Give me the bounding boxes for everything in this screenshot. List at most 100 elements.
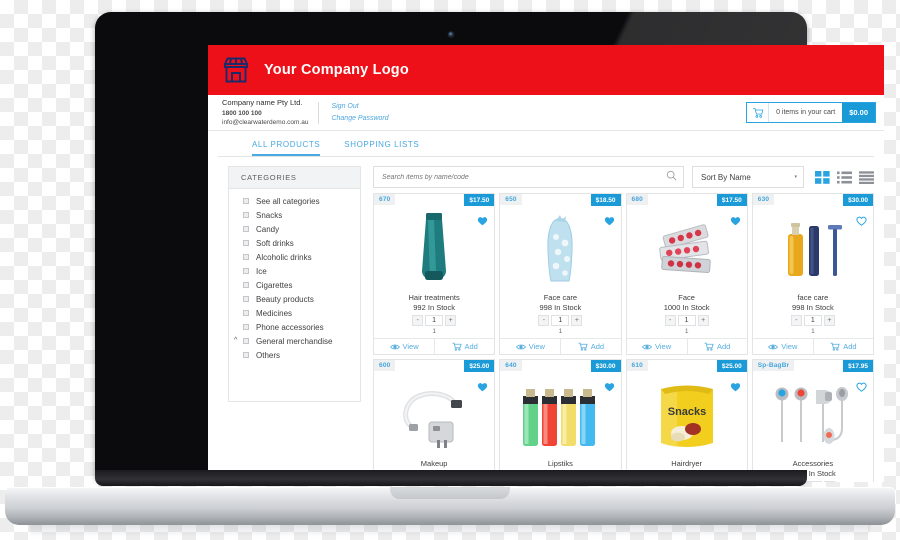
tab-all-products[interactable]: ALL PRODUCTS [252, 140, 321, 156]
tab-shopping-lists[interactable]: SHOPPING LISTS [344, 140, 419, 156]
favorite-heart-outline-icon[interactable] [856, 213, 867, 231]
quantity-decrement[interactable]: - [664, 315, 676, 326]
quantity-increment[interactable]: + [697, 315, 709, 326]
checkbox-icon[interactable] [243, 226, 249, 232]
search-box[interactable] [373, 166, 684, 188]
favorite-heart-icon[interactable] [477, 213, 488, 231]
sort-select[interactable]: Sort By Name ▾ [692, 166, 804, 188]
company-email: info@clearwaterdemo.com.au [222, 118, 309, 126]
change-password-link[interactable]: Change Password [331, 113, 388, 125]
grid-view-toggle[interactable] [815, 170, 830, 184]
add-label: Add [590, 342, 605, 351]
view-button[interactable]: View [627, 339, 687, 354]
quantity-decrement[interactable]: - [538, 315, 550, 326]
view-button[interactable]: View [500, 339, 560, 354]
add-to-cart-button[interactable]: Add [812, 339, 873, 354]
product-image [627, 206, 747, 293]
checkbox-icon[interactable] [243, 352, 249, 358]
quantity-value[interactable]: 1 [803, 315, 822, 326]
checkbox-icon[interactable] [243, 212, 249, 218]
sidebar-item-snacks[interactable]: Snacks [229, 208, 360, 222]
quantity-increment[interactable]: + [445, 315, 457, 326]
checkbox-icon[interactable] [243, 324, 249, 330]
sidebar-item-candy[interactable]: Candy [229, 222, 360, 236]
product-card[interactable]: 670 $17.50 Hair treatments 992 In Stock … [373, 193, 496, 355]
add-to-cart-button[interactable]: Add [686, 339, 747, 354]
view-button[interactable]: View [374, 339, 434, 354]
favorite-heart-icon[interactable] [477, 379, 488, 397]
add-label: Add [464, 342, 478, 351]
favorite-heart-icon[interactable] [604, 213, 615, 231]
product-image: Snacks [627, 372, 747, 459]
product-card[interactable]: 610 $25.00 Snacks Hairdryer [625, 359, 748, 482]
checkbox-icon[interactable] [243, 282, 249, 288]
favorite-heart-icon[interactable] [730, 379, 741, 397]
chevron-down-icon[interactable]: ▾ [794, 174, 797, 180]
product-card[interactable]: 630 $30.00 face care 998 In Stock - 1 + … [751, 193, 874, 355]
add-label: Add [717, 342, 731, 351]
checkbox-icon[interactable] [243, 268, 249, 274]
product-price: $17.95 [843, 360, 873, 372]
favorite-heart-icon[interactable] [604, 379, 615, 397]
quantity-value[interactable]: 1 [551, 315, 570, 326]
product-code: Sp-BagBr [752, 360, 795, 371]
account-bar: Company name Pty Ltd. 1800 100 100 info@… [208, 95, 884, 131]
view-button[interactable]: View [753, 339, 813, 354]
search-icon[interactable] [666, 168, 677, 186]
cart-total: $0.00 [842, 103, 875, 122]
view-label: View [781, 342, 798, 351]
sidebar-item-label: Soft drinks [256, 238, 294, 248]
checkbox-icon[interactable] [243, 296, 249, 302]
sidebar-item-others[interactable]: Others [229, 348, 360, 362]
sidebar-item-ice[interactable]: Ice [229, 264, 360, 278]
list-view-toggle[interactable] [837, 171, 852, 184]
cart-widget[interactable]: 0 items in your cart $0.00 [746, 102, 876, 123]
sidebar-item-cigarettes[interactable]: Cigarettes [229, 278, 360, 292]
product-card[interactable]: Sp-BagBr $17.95 Accessories 1000 In Stoc… [751, 359, 874, 482]
chevron-up-icon[interactable]: ^ [234, 337, 237, 344]
quantity-increment[interactable]: + [823, 315, 835, 326]
checkbox-icon[interactable] [243, 254, 249, 260]
checkbox-icon[interactable] [243, 338, 249, 344]
sidebar-item-general-merchandise[interactable]: ^ General merchandise [229, 334, 360, 348]
quantity-value[interactable]: 1 [677, 315, 696, 326]
sidebar-item-see-all[interactable]: See all categories [229, 194, 360, 208]
card-header: 600 $25.00 [374, 360, 495, 372]
sidebar-item-phone-accessories[interactable]: Phone accessories [229, 320, 360, 334]
quantity-decrement[interactable]: - [412, 315, 424, 326]
account-links: Sign Out Change Password [319, 101, 388, 125]
quantity-stepper[interactable]: - 1 + [753, 315, 873, 326]
product-name: Accessories [792, 459, 834, 468]
checkbox-icon[interactable] [243, 198, 249, 204]
favorite-heart-outline-icon[interactable] [856, 379, 867, 397]
product-card[interactable]: 650 $18.50 Face care 998 In Stock - 1 + … [499, 193, 622, 355]
compact-view-toggle[interactable] [859, 170, 874, 184]
sidebar-item-soft-drinks[interactable]: Soft drinks [229, 236, 360, 250]
sidebar-item-label: Alcoholic drinks [256, 252, 312, 262]
laptop-lid: Your Company Logo Company name Pty Ltd. … [95, 12, 884, 482]
quantity-value[interactable]: 1 [803, 481, 822, 482]
add-to-cart-button[interactable]: Add [560, 339, 620, 354]
quantity-stepper[interactable]: - 1 + [500, 315, 620, 326]
sidebar-item-alcoholic-drinks[interactable]: Alcoholic drinks [229, 250, 360, 264]
quantity-decrement[interactable]: - [790, 315, 802, 326]
search-input[interactable] [382, 173, 666, 181]
quantity-value[interactable]: 1 [425, 315, 444, 326]
sidebar-item-beauty-products[interactable]: Beauty products [229, 292, 360, 306]
sign-out-link[interactable]: Sign Out [331, 101, 388, 113]
checkbox-icon[interactable] [243, 240, 249, 246]
product-card[interactable]: 680 $17.50 Face 1000 In Stock - 1 + 1 Vi… [625, 193, 748, 355]
favorite-heart-icon[interactable] [730, 213, 741, 231]
shopping-cart-icon[interactable] [747, 103, 770, 122]
sidebar-item-medicines[interactable]: Medicines [229, 306, 360, 320]
quantity-stepper[interactable]: - 1 + [374, 315, 494, 326]
quantity-stepper[interactable]: - 1 + [627, 315, 747, 326]
quantity-increment[interactable]: + [571, 315, 583, 326]
card-actions: View Add [500, 338, 621, 354]
checkbox-icon[interactable] [243, 310, 249, 316]
product-card[interactable]: 600 $25.00 Makeup [373, 359, 496, 482]
product-image [374, 206, 494, 293]
product-card[interactable]: 640 $30.00 Lipstiks [499, 359, 622, 482]
add-to-cart-button[interactable]: Add [434, 339, 494, 354]
quantity-increment[interactable]: + [823, 481, 835, 482]
